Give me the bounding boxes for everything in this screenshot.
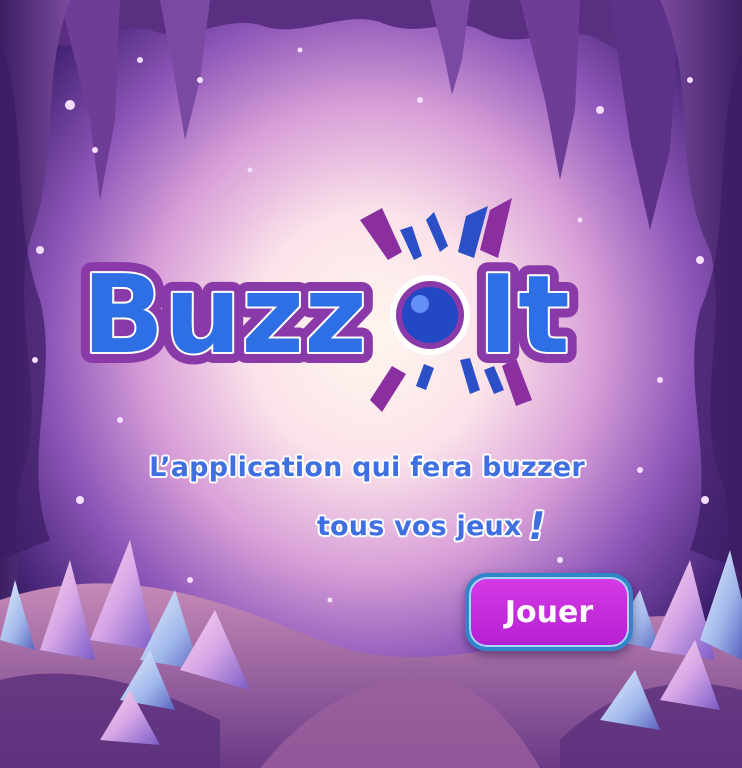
logo-word-buzz-highlight: Buzz bbox=[82, 253, 367, 378]
tagline-line-1: L’application qui fera buzzer bbox=[149, 452, 585, 483]
buzzer-ball-icon bbox=[390, 275, 470, 355]
spark-marks-top bbox=[360, 198, 512, 260]
tagline-line-2: tous vos jeux! bbox=[60, 500, 742, 548]
play-button-label: Jouer bbox=[504, 594, 594, 630]
buzz-it-logo: Buzz Buzz It It bbox=[71, 198, 581, 412]
game-title-screen: Buzz Buzz It It L’application qui fera b… bbox=[0, 0, 742, 768]
logo-word-it-highlight: It bbox=[478, 253, 570, 378]
tagline-line-2-text: tous vos jeux bbox=[316, 511, 522, 542]
tagline-exclamation: ! bbox=[523, 504, 549, 548]
play-button[interactable]: Jouer bbox=[465, 573, 633, 651]
